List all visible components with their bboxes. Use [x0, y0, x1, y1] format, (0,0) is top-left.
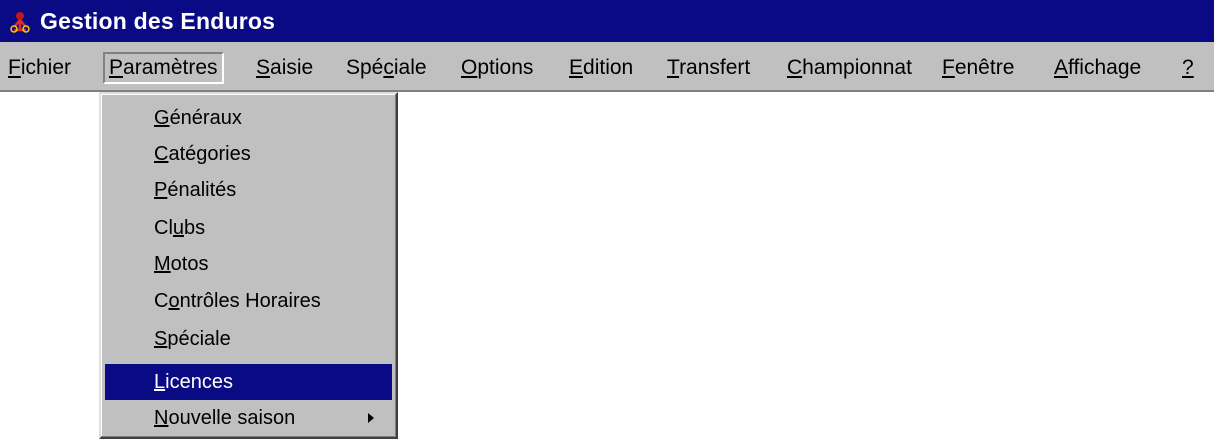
- submenu-arrow-icon: [366, 400, 376, 436]
- menu-fenetre[interactable]: Fenêtre: [938, 52, 1018, 84]
- menu-item-key: L: [154, 371, 166, 393]
- menu-item-key: S: [154, 328, 168, 350]
- menu-speciale[interactable]: Spéciale: [342, 52, 431, 84]
- menu-item-categories[interactable]: Catégories: [105, 136, 392, 172]
- menu-label-pre: Spé: [346, 56, 384, 79]
- menu-label-key: E: [569, 56, 584, 79]
- title-bar[interactable]: Gestion des Enduros: [0, 0, 1214, 42]
- menu-label-key: O: [461, 56, 478, 79]
- menu-help[interactable]: ?: [1178, 52, 1198, 84]
- menu-label: ichier: [20, 56, 72, 79]
- menu-item-nouvelle-saison[interactable]: Nouvelle saison: [105, 400, 392, 436]
- menu-label: ffichage: [1068, 56, 1142, 79]
- menu-item-label: otos: [170, 253, 209, 275]
- menu-item-pre: C: [154, 290, 169, 312]
- menu-item-controles-horaires[interactable]: Contrôles Horaires: [105, 283, 392, 319]
- menu-options[interactable]: Options: [457, 52, 537, 84]
- menu-label-key: C: [787, 56, 803, 79]
- menu-label: iale: [393, 56, 427, 79]
- menu-label-key: P: [109, 56, 124, 79]
- menu-label-key: A: [1054, 56, 1069, 79]
- menu-label: aramètres: [123, 56, 218, 79]
- menu-item-label: énalités: [167, 179, 237, 201]
- menu-transfert[interactable]: Transfert: [663, 52, 754, 84]
- menu-label: ptions: [477, 56, 534, 79]
- menu-label: hampionnat: [802, 56, 912, 79]
- menu-label: aisie: [270, 56, 314, 79]
- menu-edition[interactable]: Edition: [565, 52, 637, 84]
- menu-item-key: M: [154, 253, 171, 275]
- menu-item-key: N: [154, 407, 169, 429]
- menu-parametres[interactable]: Paramètres: [103, 52, 224, 84]
- menu-item-clubs[interactable]: Clubs: [105, 210, 392, 246]
- menu-label-key: ?: [1182, 56, 1194, 79]
- window-title: Gestion des Enduros: [40, 7, 276, 34]
- menu-affichage[interactable]: Affichage: [1050, 52, 1145, 84]
- menu-item-key: u: [172, 217, 185, 239]
- menu-item-key: G: [154, 107, 170, 129]
- menu-item-label: bs: [184, 217, 206, 239]
- menu-item-key: C: [154, 143, 169, 165]
- menu-label-key: c: [383, 56, 394, 79]
- menu-label-key: T: [667, 56, 680, 79]
- menu-item-label: atégories: [168, 143, 251, 165]
- menu-bar: Fichier Paramètres Saisie Spéciale Optio…: [0, 42, 1214, 92]
- menu-label: dition: [583, 56, 634, 79]
- menu-item-key: o: [168, 290, 180, 312]
- menu-label-key: F: [8, 56, 21, 79]
- menu-item-speciale[interactable]: Spéciale: [105, 321, 392, 357]
- menu-label-key: F: [942, 56, 955, 79]
- menu-item-motos[interactable]: Motos: [105, 246, 392, 282]
- menu-championnat[interactable]: Championnat: [783, 52, 916, 84]
- menu-item-generaux[interactable]: Généraux: [105, 100, 392, 136]
- menu-item-label: énéraux: [169, 107, 242, 129]
- menu-item-label: icences: [165, 371, 233, 393]
- menu-label: enêtre: [954, 56, 1015, 79]
- menu-item-label: péciale: [167, 328, 231, 350]
- menu-label: ransfert: [679, 56, 751, 79]
- menu-saisie[interactable]: Saisie: [252, 52, 317, 84]
- menu-item-licences[interactable]: Licences: [105, 364, 392, 400]
- parametres-dropdown-menu: Généraux Catégories Pénalités Clubs Moto…: [99, 92, 398, 439]
- menu-item-pre: Cl: [154, 217, 173, 239]
- menu-label-key: S: [256, 56, 271, 79]
- menu-item-label: ouvelle saison: [168, 407, 296, 429]
- application-window: Gestion des Enduros Fichier Paramètres S…: [0, 0, 1214, 439]
- menu-item-key: P: [154, 179, 168, 201]
- menu-item-penalites[interactable]: Pénalités: [105, 172, 392, 208]
- menu-item-label: ntrôles Horaires: [179, 290, 321, 312]
- menu-fichier[interactable]: Fichier: [4, 52, 75, 84]
- enduro-app-icon[interactable]: [8, 8, 32, 34]
